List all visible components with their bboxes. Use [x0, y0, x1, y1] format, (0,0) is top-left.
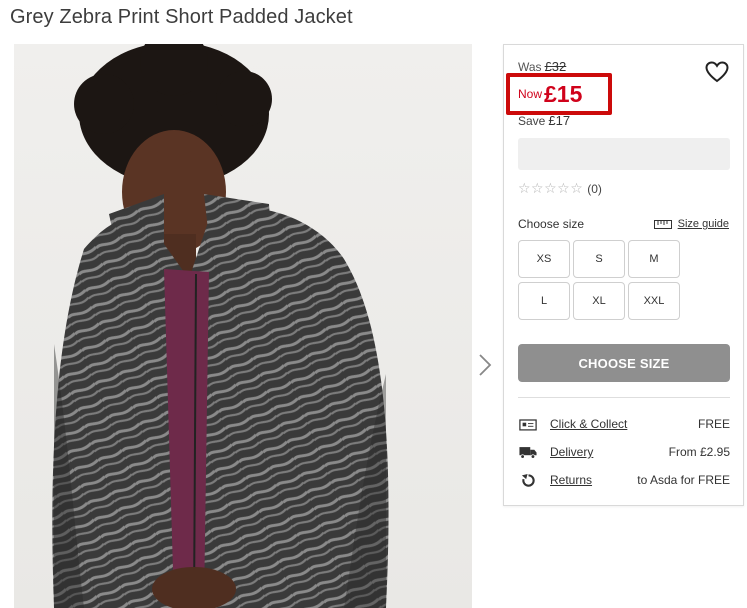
now-value: £15 — [544, 81, 583, 107]
save-label: Save — [518, 114, 546, 128]
choose-size-label: Choose size — [518, 217, 585, 231]
fulfilment-row: Click & Collect FREE — [518, 414, 730, 434]
now-label: Now — [518, 87, 543, 101]
size-option-s[interactable]: S — [573, 240, 625, 278]
heart-icon[interactable] — [705, 61, 729, 83]
was-label: Was — [518, 60, 542, 74]
save-amount: Save £17 — [518, 113, 570, 128]
fulfilment-row: Delivery From £2.95 — [518, 442, 730, 462]
size-option-l[interactable]: L — [518, 282, 570, 320]
was-price: Was £32 — [518, 59, 566, 74]
delivery-link[interactable]: Delivery — [550, 445, 593, 459]
divider — [518, 397, 730, 398]
was-value: £32 — [544, 59, 567, 74]
click-collect-value: FREE — [697, 417, 730, 431]
click-collect-link[interactable]: Click & Collect — [550, 417, 627, 431]
product-title: Grey Zebra Print Short Padded Jacket — [10, 6, 353, 28]
size-option-m[interactable]: M — [628, 240, 680, 278]
model-photo — [52, 44, 389, 608]
size-guide-label: Size guide — [677, 218, 729, 230]
ruler-icon — [653, 219, 672, 229]
size-option-xl[interactable]: XL — [573, 282, 625, 320]
returns-value: to Asda for FREE — [637, 473, 730, 487]
buy-box: Was £32 Now£15 Save £17 ☆☆☆☆☆ (0) Choose s… — [503, 44, 744, 506]
size-option-xs[interactable]: XS — [518, 240, 570, 278]
review-count: (0) — [587, 182, 602, 196]
now-price: Now£15 — [518, 81, 582, 108]
star-rating-icon: ☆☆☆☆☆ — [518, 181, 584, 197]
delivery-value: From £2.95 — [668, 445, 730, 459]
store-icon — [518, 416, 538, 432]
truck-icon — [518, 444, 538, 460]
rating[interactable]: ☆☆☆☆☆ (0) — [518, 181, 602, 197]
fulfilment-row: Returns to Asda for FREE — [518, 470, 730, 490]
size-guide-link[interactable]: Size guide — [653, 218, 729, 230]
save-value: £17 — [548, 113, 571, 128]
returns-link[interactable]: Returns — [550, 473, 592, 487]
chevron-right-icon[interactable] — [476, 352, 494, 378]
returns-icon — [518, 472, 538, 488]
size-selector: XS S M L XL XXL — [518, 240, 680, 320]
promo-placeholder — [518, 138, 730, 170]
size-option-xxl[interactable]: XXL — [628, 282, 680, 320]
choose-size-button[interactable]: CHOOSE SIZE — [518, 344, 730, 382]
product-image[interactable] — [14, 44, 472, 608]
